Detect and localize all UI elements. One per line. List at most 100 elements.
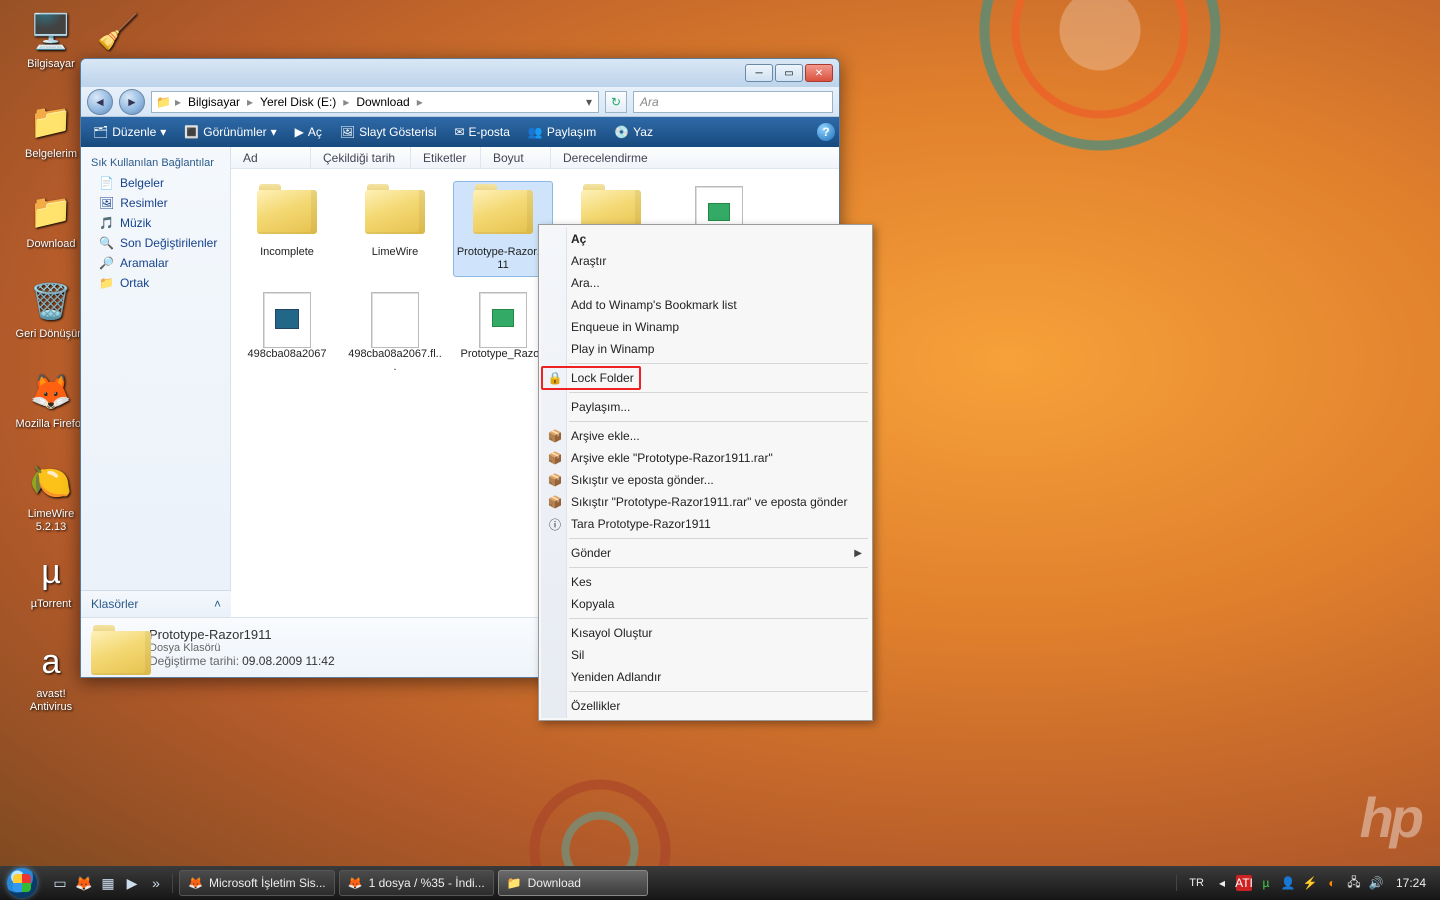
desktop-icon-belgelerim[interactable]: 📁Belgelerim xyxy=(15,98,87,161)
crumb-1[interactable]: Yerel Disk (E:) xyxy=(257,95,339,109)
tray-avast-icon[interactable]: ◐ xyxy=(1324,875,1340,891)
ctx-yeniden-adland-r[interactable]: Yeniden Adlandır xyxy=(541,666,870,688)
file-icon xyxy=(263,292,311,348)
tray-utorrent-icon[interactable]: µ xyxy=(1258,875,1274,891)
ctx-a-[interactable]: Aç xyxy=(541,228,870,250)
breadcrumb-bar[interactable]: 📁 ▸ Bilgisayar▸ Yerel Disk (E:)▸ Downloa… xyxy=(151,91,599,113)
open-button[interactable]: ▶Aç xyxy=(287,122,330,142)
col-tags[interactable]: Etiketler xyxy=(411,147,481,168)
desktop-icon-geri-d-n-m[interactable]: 🗑️Geri Dönüşüm xyxy=(15,278,87,341)
desktop-icon-avast-antivirus[interactable]: aavast! Antivirus xyxy=(15,638,87,714)
clock[interactable]: 17:24 xyxy=(1390,876,1432,890)
ctx-s-k-t-r-prototype-razor1911-ra[interactable]: 📦Sıkıştır "Prototype-Razor1911.rar" ve e… xyxy=(541,491,870,513)
ctx-kes[interactable]: Kes xyxy=(541,571,870,593)
item-5[interactable]: 498cba08a2067 xyxy=(237,287,337,379)
crumb-2[interactable]: Download xyxy=(353,95,412,109)
ctx-add-to-winamp-s-bookmark-list[interactable]: Add to Winamp's Bookmark list xyxy=(541,294,870,316)
burn-button[interactable]: 💿Yaz xyxy=(606,122,661,142)
col-name[interactable]: Ad xyxy=(231,147,311,168)
slideshow-button[interactable]: 🖼Slayt Gösterisi xyxy=(332,122,445,142)
ctx-k-sayol-olu-tur[interactable]: Kısayol Oluştur xyxy=(541,622,870,644)
ctx-payla-m-[interactable]: Paylaşım... xyxy=(541,396,870,418)
ctx-ar-ive-ekle-prototype-razor191[interactable]: 📦Arşive ekle "Prototype-Razor1911.rar" xyxy=(541,447,870,469)
ql-switch[interactable]: ▦ xyxy=(98,873,118,893)
ql-more[interactable]: » xyxy=(146,873,166,893)
nav-link-son değiştirilenler[interactable]: 🔍Son Değiştirilenler xyxy=(81,233,230,253)
forward-button[interactable]: ► xyxy=(119,89,145,115)
close-button[interactable]: ✕ xyxy=(805,64,833,82)
window-titlebar[interactable]: ─ ▭ ✕ xyxy=(81,59,839,87)
task-icon: 📁 xyxy=(507,876,522,890)
submenu-arrow-icon: ▶ xyxy=(854,548,862,559)
ctx-kopyala[interactable]: Kopyala xyxy=(541,593,870,615)
ql-firefox[interactable]: 🦊 xyxy=(74,873,94,893)
desktop-icon--torrent[interactable]: µµTorrent xyxy=(15,548,87,611)
ctx-sil[interactable]: Sil xyxy=(541,644,870,666)
tray-network-icon[interactable]: 🖧 xyxy=(1346,875,1362,891)
minimize-button[interactable]: ─ xyxy=(745,64,773,82)
ctx-enqueue-in-winamp[interactable]: Enqueue in Winamp xyxy=(541,316,870,338)
help-button[interactable]: ? xyxy=(817,123,835,141)
tray-volume-icon[interactable]: 🔊 xyxy=(1368,875,1384,891)
ctx-lock-folder[interactable]: 🔒Lock Folder xyxy=(541,367,870,389)
nav-link-ortak[interactable]: 📁Ortak xyxy=(81,273,230,293)
item-6[interactable]: 498cba08a2067.fl... xyxy=(345,287,445,379)
col-date[interactable]: Çekildiği tarih xyxy=(311,147,411,168)
app-icon: 🧹 xyxy=(94,8,142,56)
tray-ati-icon[interactable]: ATI xyxy=(1236,875,1252,891)
organize-icon: 🗂 xyxy=(93,125,108,139)
details-name: Prototype-Razor1911 xyxy=(149,627,335,642)
ctx-s-k-t-r-ve-eposta-g-nder-[interactable]: 📦Sıkıştır ve eposta gönder... xyxy=(541,469,870,491)
nav-icon: 🎵 xyxy=(99,216,114,230)
windows-orb-icon xyxy=(7,868,37,898)
task-download[interactable]: 📁Download xyxy=(498,870,648,896)
nav-icon: 🔍 xyxy=(99,236,114,250)
ql-media[interactable]: ▶ xyxy=(122,873,142,893)
ctx--zellikler[interactable]: Özellikler xyxy=(541,695,870,717)
nav-link-belgeler[interactable]: 📄Belgeler xyxy=(81,173,230,193)
ctx-g-nder[interactable]: Gönder▶ xyxy=(541,542,870,564)
start-button[interactable] xyxy=(0,866,44,900)
breadcrumb-dropdown[interactable]: ▾ xyxy=(584,95,594,109)
ctx-ara-[interactable]: Ara... xyxy=(541,272,870,294)
ctx-play-in-winamp[interactable]: Play in Winamp xyxy=(541,338,870,360)
tray-user-icon[interactable]: 👤 xyxy=(1280,875,1296,891)
desktop-icon-download[interactable]: 📁Download xyxy=(15,188,87,251)
nav-link-müzik[interactable]: 🎵Müzik xyxy=(81,213,230,233)
back-button[interactable]: ◄ xyxy=(87,89,113,115)
item-0[interactable]: Incomplete xyxy=(237,181,337,277)
col-size[interactable]: Boyut xyxy=(481,147,551,168)
hp-logo: hp xyxy=(1360,785,1420,850)
tray-expand-icon[interactable]: ◂ xyxy=(1214,875,1230,891)
nav-icon: 🔎 xyxy=(99,256,114,270)
item-1[interactable]: LimeWire xyxy=(345,181,445,277)
col-rating[interactable]: Derecelendirme xyxy=(551,147,839,168)
task-1-dosya-35-i-ndi-[interactable]: 🦊1 dosya / %35 - İndi... xyxy=(339,870,494,896)
taskbar[interactable]: ▭ 🦊 ▦ ▶ » 🦊Microsoft İşletim Sis...🦊1 do… xyxy=(0,866,1440,900)
language-indicator[interactable]: TR xyxy=(1185,877,1208,889)
views-button[interactable]: 🔳Görünümler ▾ xyxy=(176,122,284,142)
organize-button[interactable]: 🗂Düzenle ▾ xyxy=(85,122,174,142)
task-microsoft-i-letim-si[interactable]: 🦊Microsoft İşletim Sis... xyxy=(179,870,335,896)
search-input[interactable]: Ara xyxy=(633,91,833,113)
tray-winamp-icon[interactable]: ⚡ xyxy=(1302,875,1318,891)
desktop-icon-limewire-5-2-13[interactable]: 🍋LimeWire 5.2.13 xyxy=(15,458,87,534)
ctx-ar-ive-ekle-[interactable]: 📦Arşive ekle... xyxy=(541,425,870,447)
file-icon xyxy=(479,292,527,348)
context-menu[interactable]: AçAraştırAra...Add to Winamp's Bookmark … xyxy=(538,224,873,721)
folders-toggle[interactable]: Klasörler˄ xyxy=(81,590,231,617)
desktop[interactable]: hp 🖥️Bilgisayar🧹CCleaner📁Belgelerim📁Down… xyxy=(0,0,1440,900)
ql-show-desktop[interactable]: ▭ xyxy=(50,873,70,893)
maximize-button[interactable]: ▭ xyxy=(775,64,803,82)
ctx-ara-t-r[interactable]: Araştır xyxy=(541,250,870,272)
desktop-icon-bilgisayar[interactable]: 🖥️Bilgisayar xyxy=(15,8,87,71)
share-button[interactable]: 👥Paylaşım xyxy=(520,122,604,142)
desktop-icon-mozilla-firefox[interactable]: 🦊Mozilla Firefox xyxy=(15,368,87,431)
ctx-tara-prototype-razor1911[interactable]: ⓘTara Prototype-Razor1911 xyxy=(541,513,870,535)
email-icon: ✉ xyxy=(454,125,464,139)
nav-link-aramalar[interactable]: 🔎Aramalar xyxy=(81,253,230,273)
refresh-button[interactable]: ↻ xyxy=(605,91,627,113)
nav-link-resimler[interactable]: 🖼Resimler xyxy=(81,193,230,213)
crumb-0[interactable]: Bilgisayar xyxy=(185,95,243,109)
email-button[interactable]: ✉E-posta xyxy=(446,122,517,142)
